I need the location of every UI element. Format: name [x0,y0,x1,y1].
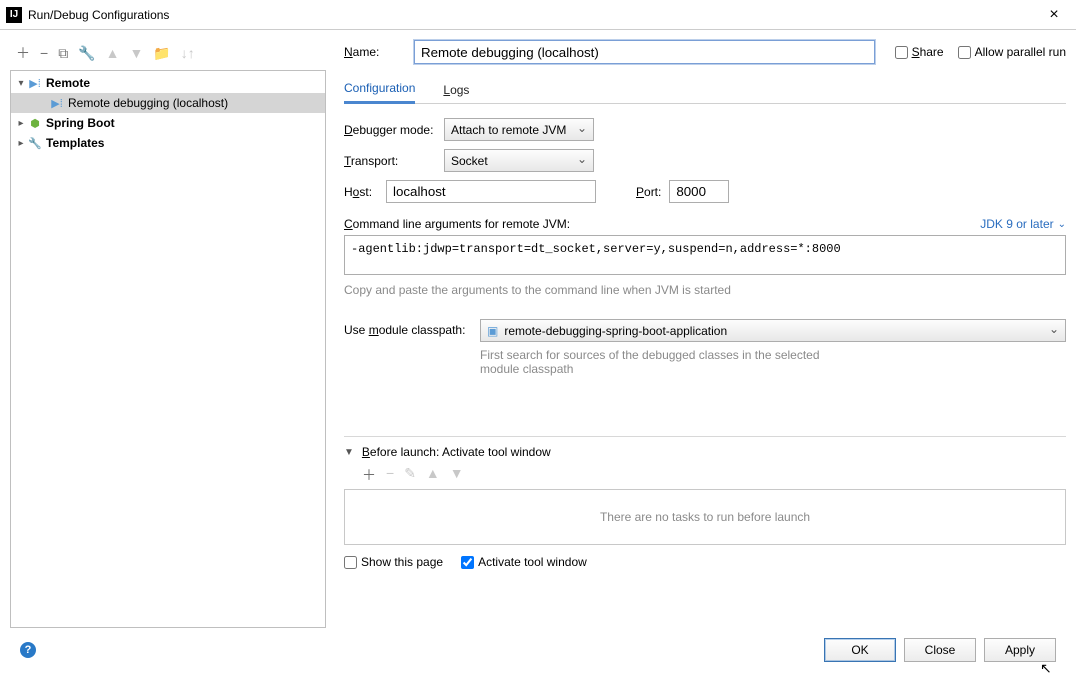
move-up-icon[interactable]: ▲ [426,465,440,485]
name-label: Name: [344,45,414,59]
add-icon[interactable]: ＋ [16,46,30,60]
tree-node-remote-debugging[interactable]: ▶⁞ Remote debugging (localhost) [11,93,325,113]
debugger-mode-value: Attach to remote JVM [451,123,566,137]
config-tree[interactable]: ▾ ▶⁞ Remote ▶⁞ Remote debugging (localho… [10,70,326,628]
remote-config-icon: ▶⁞ [27,75,43,91]
tree-node-spring-boot[interactable]: ▸ ⬢ Spring Boot [11,113,325,133]
activate-checkbox-input[interactable] [461,556,474,569]
sort-icon[interactable]: ↓↑ [181,46,195,60]
settings-wrench-icon[interactable]: 🔧 [78,46,95,60]
app-icon: IJ [6,7,22,23]
port-input[interactable] [669,180,729,203]
module-icon: ▣ [487,324,498,338]
titlebar: IJ Run/Debug Configurations × [0,0,1076,30]
move-down-icon[interactable]: ▼ [129,46,143,60]
move-up-icon[interactable]: ▲ [106,46,120,60]
apply-button[interactable]: Apply [984,638,1056,662]
transport-label: Transport: [344,154,444,168]
tab-bar: Configuration Logs [344,78,1066,104]
before-launch-list[interactable]: There are no tasks to run before launch [344,489,1066,545]
module-value: remote-debugging-spring-boot-application [504,324,727,338]
allow-parallel-checkbox[interactable]: Allow parallel run [958,45,1066,59]
chevron-down-icon[interactable]: ▾ [15,78,27,89]
cmdline-textarea[interactable]: -agentlib:jdwp=transport=dt_socket,serve… [344,235,1066,275]
chevron-right-icon[interactable]: ▸ [15,138,27,149]
share-checkbox-input[interactable] [895,46,908,59]
debugger-mode-select[interactable]: Attach to remote JVM [444,118,594,141]
transport-value: Socket [451,154,488,168]
jdk-label: JDK 9 or later [980,217,1053,231]
help-icon[interactable]: ? [20,642,36,658]
close-button[interactable]: Close [904,638,976,662]
tree-toolbar: ＋ − ⧉ 🔧 ▲ ▼ 📁 ↓↑ [10,40,326,66]
tree-label: Spring Boot [46,116,115,130]
edit-icon[interactable]: ✎ [404,465,416,485]
add-icon[interactable]: ＋ [362,465,376,485]
share-label: Share [912,45,944,59]
tab-configuration[interactable]: Configuration [344,81,415,104]
debugger-mode-label: Debugger mode: [344,123,444,137]
remove-icon[interactable]: − [40,46,48,60]
show-page-checkbox-input[interactable] [344,556,357,569]
chevron-down-icon: ⌄ [1058,219,1066,230]
tree-label: Remote [46,76,90,90]
wrench-icon: 🔧 [27,135,43,151]
move-down-icon[interactable]: ▼ [450,465,464,485]
show-page-label: Show this page [361,555,443,569]
before-launch-toolbar: ＋ − ✎ ▲ ▼ [362,465,1066,485]
activate-tool-window-checkbox[interactable]: Activate tool window [461,555,587,569]
tree-node-templates[interactable]: ▸ 🔧 Templates [11,133,325,153]
copy-icon[interactable]: ⧉ [58,46,68,60]
before-launch-header[interactable]: ▼ Before launch: Activate tool window [344,445,1066,459]
module-hint: First search for sources of the debugged… [480,348,860,376]
host-input[interactable] [386,180,596,203]
tree-node-remote[interactable]: ▾ ▶⁞ Remote [11,73,325,93]
chevron-down-icon: ▼ [344,447,354,458]
folder-save-icon[interactable]: 📁 [153,46,170,60]
cmdline-hint: Copy and paste the arguments to the comm… [344,283,1066,297]
jdk-version-link[interactable]: JDK 9 or later ⌄ [980,217,1066,231]
dialog-footer: ? OK Close Apply [10,628,1066,672]
before-launch-empty: There are no tasks to run before launch [600,510,810,524]
allow-parallel-label: Allow parallel run [975,45,1066,59]
port-label: Port: [636,185,661,199]
cmdline-value: -agentlib:jdwp=transport=dt_socket,serve… [351,242,841,256]
show-this-page-checkbox[interactable]: Show this page [344,555,443,569]
spring-boot-icon: ⬢ [27,115,43,131]
name-input[interactable] [414,40,875,64]
module-classpath-select[interactable]: ▣ remote-debugging-spring-boot-applicati… [480,319,1066,342]
tab-logs[interactable]: Logs [443,83,469,103]
remote-config-icon: ▶⁞ [49,95,65,111]
tree-label: Templates [46,136,104,150]
module-classpath-label: Use module classpath: [344,319,468,337]
activate-label: Activate tool window [478,555,587,569]
tree-label: Remote debugging (localhost) [68,96,228,110]
host-label: Host: [344,185,386,199]
window-title: Run/Debug Configurations [28,8,1032,22]
transport-select[interactable]: Socket [444,149,594,172]
ok-button[interactable]: OK [824,638,896,662]
chevron-right-icon[interactable]: ▸ [15,118,27,129]
close-icon[interactable]: × [1032,6,1076,24]
before-launch-title: Before launch: Activate tool window [362,445,551,459]
remove-icon[interactable]: − [386,465,394,485]
share-checkbox[interactable]: Share [895,45,944,59]
allow-parallel-checkbox-input[interactable] [958,46,971,59]
cmdline-label: Command line arguments for remote JVM: [344,217,570,231]
